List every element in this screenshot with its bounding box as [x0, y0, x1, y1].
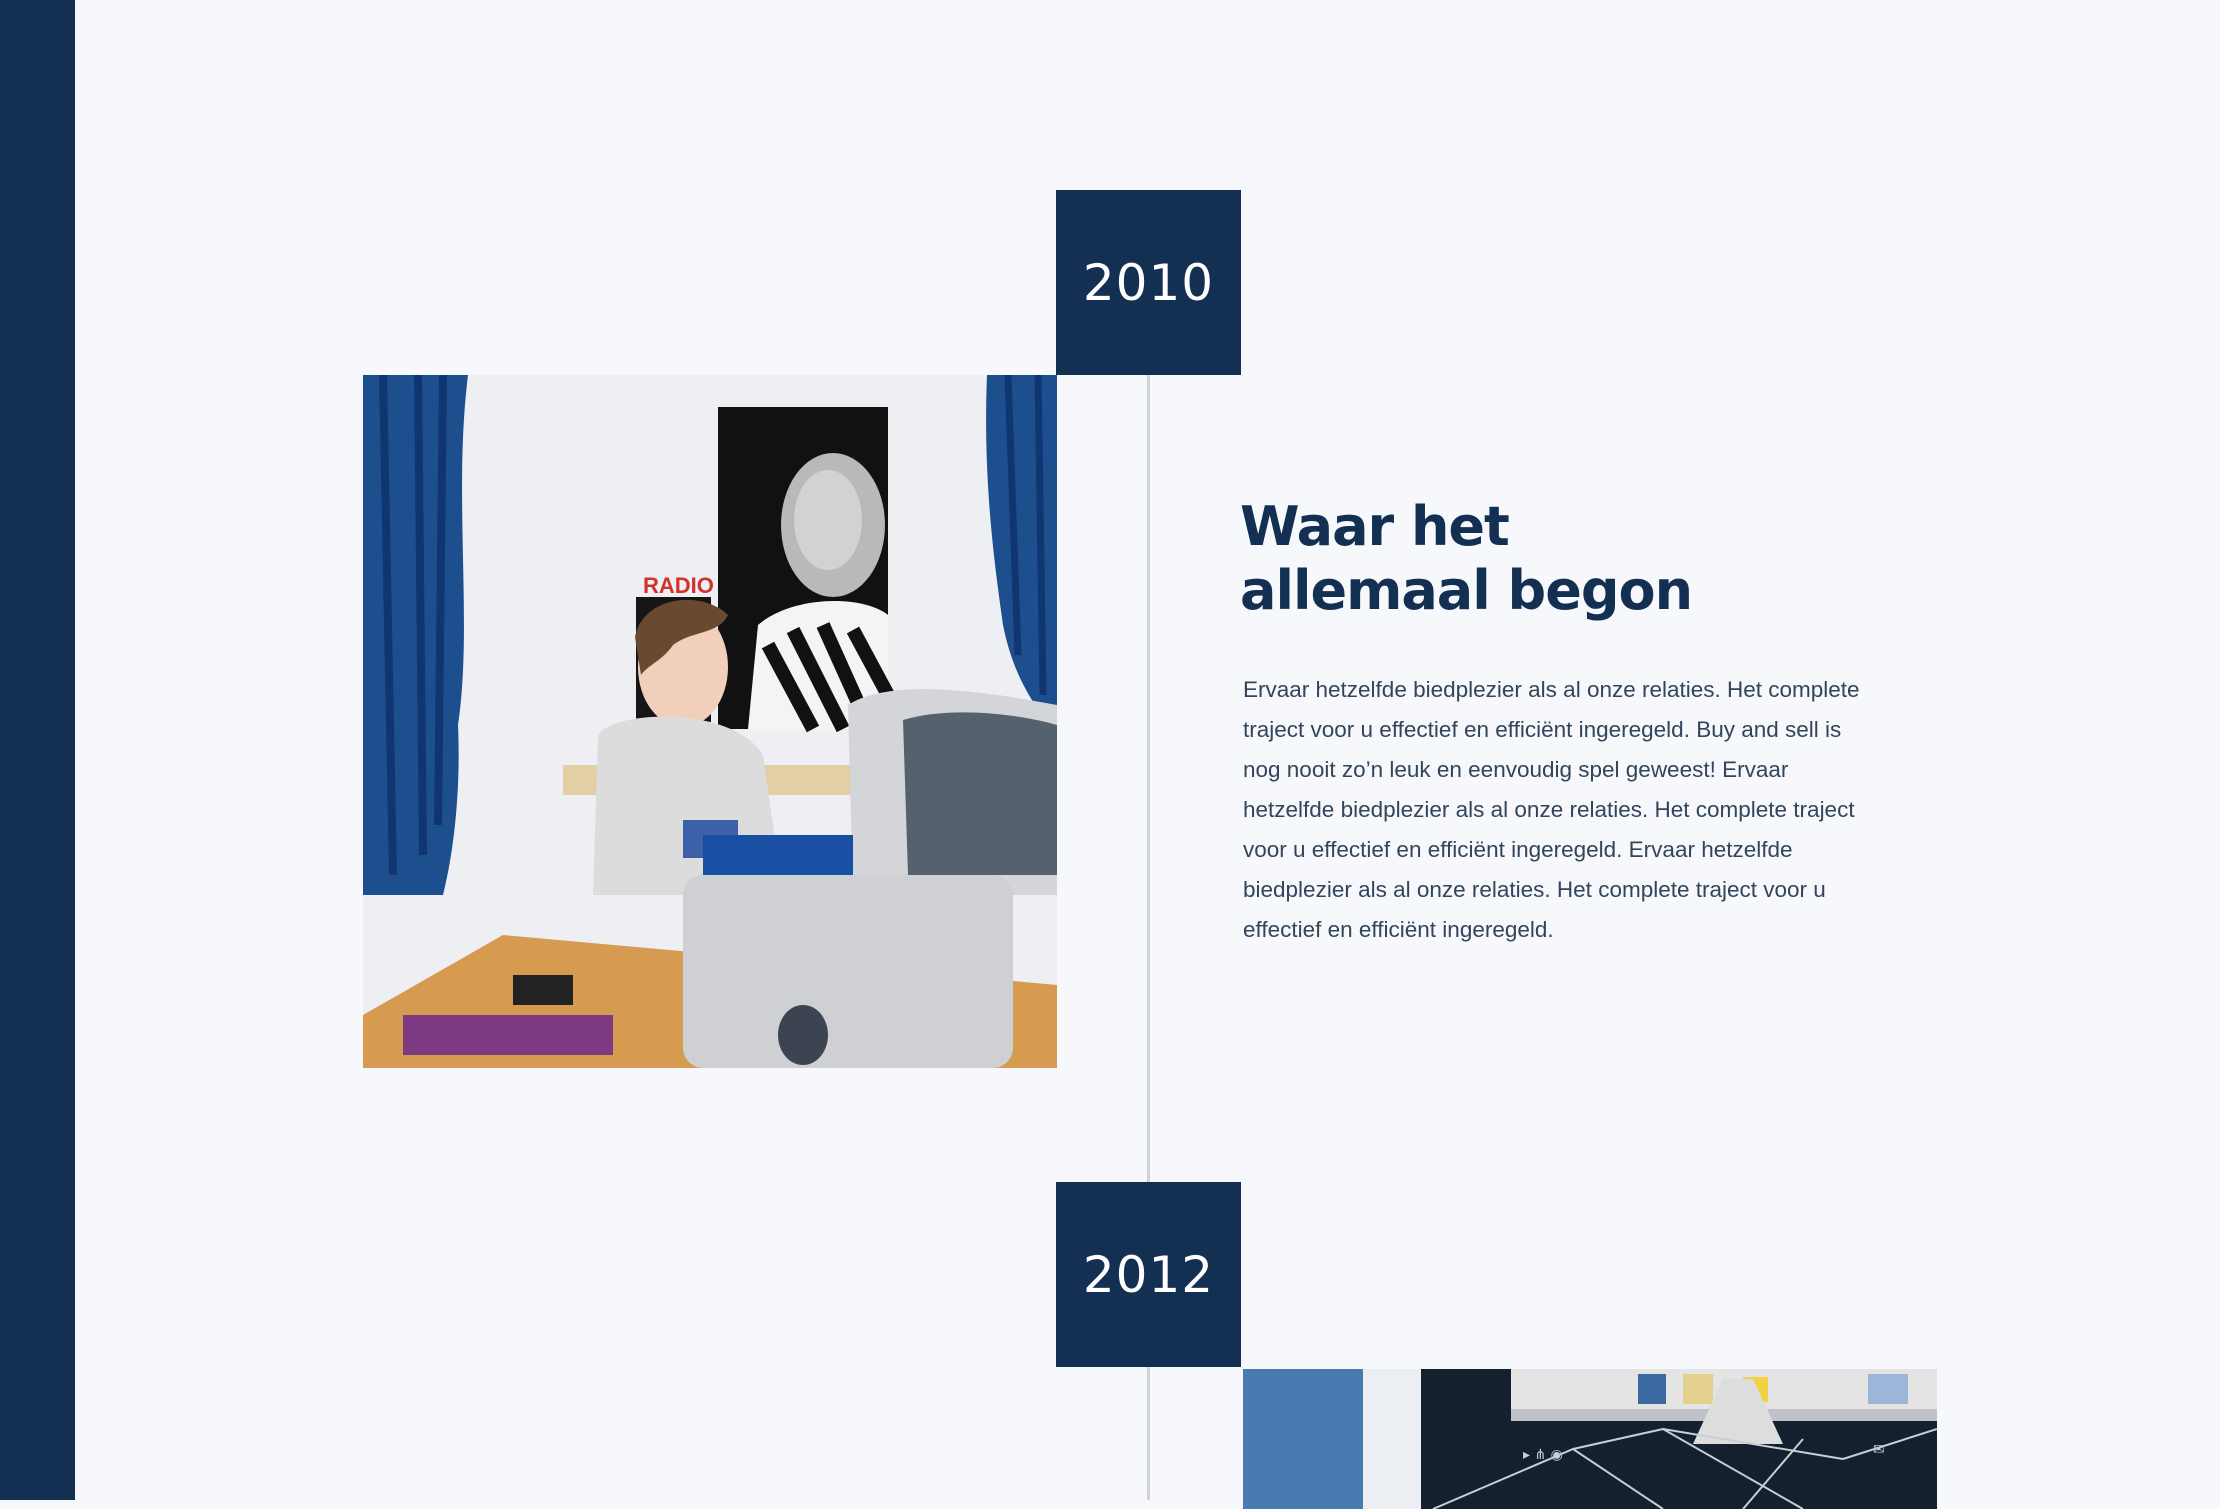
title-line-1: Waar het	[1240, 495, 1510, 558]
svg-text:▸ ⋔ ◉: ▸ ⋔ ◉	[1523, 1447, 1563, 1463]
timeline-photo-2012: ▸ ⋔ ◉ ✉	[1243, 1369, 1937, 1509]
timeline-description-2010: Ervaar hetzelfde biedplezier als al onze…	[1243, 677, 1860, 942]
poster-radio-text: RADIO	[643, 573, 714, 598]
year-badge-2012: 2012	[1056, 1182, 1241, 1367]
title-line-2: allemaal begon	[1240, 559, 1693, 622]
svg-text:✉: ✉	[1873, 1442, 1885, 1458]
timeline-photo-2010: RADIO	[363, 375, 1057, 1068]
year-badge-2010: 2010	[1056, 190, 1241, 375]
timeline-title-2010: Waar het allemaal begon	[1240, 495, 1693, 623]
left-sidebar-bar	[0, 0, 75, 1500]
